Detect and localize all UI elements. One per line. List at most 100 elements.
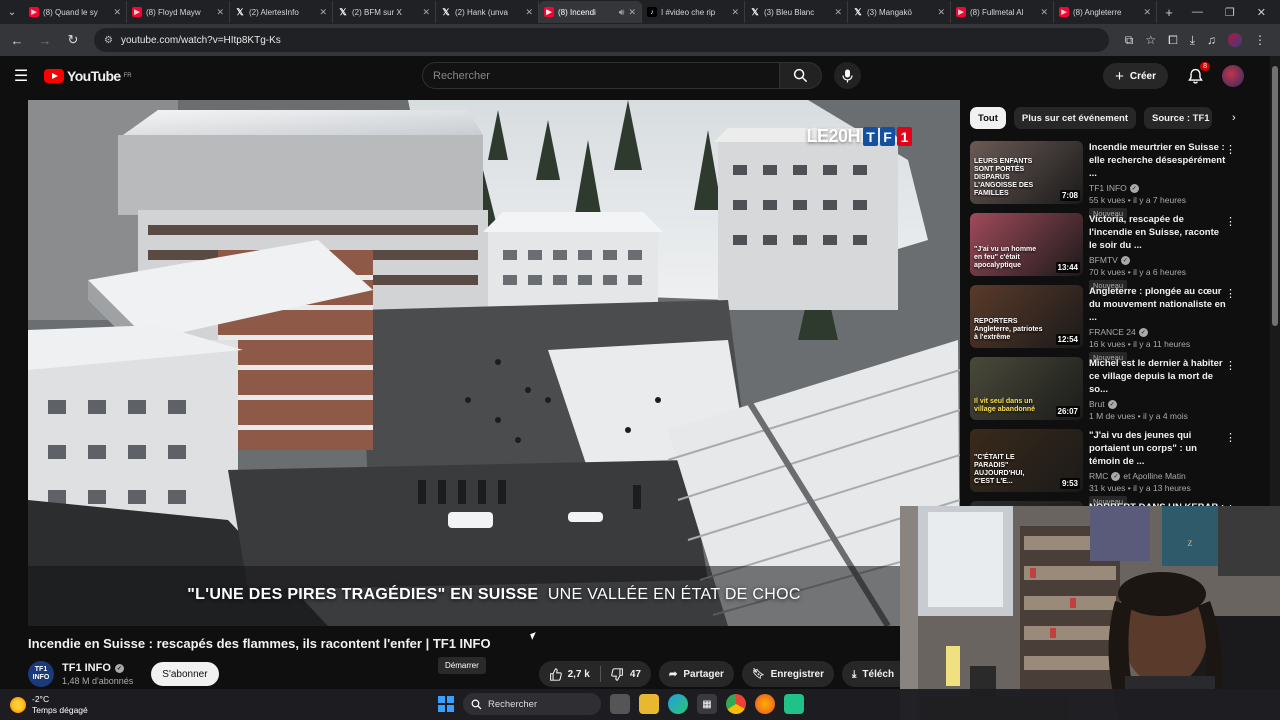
- close-tab-icon[interactable]: ✕: [525, 7, 533, 18]
- profile-avatar[interactable]: [1228, 33, 1242, 47]
- more-options-icon[interactable]: ⋮: [1225, 215, 1236, 228]
- recommendation-channel[interactable]: FRANCE 24: [1089, 327, 1136, 337]
- url-field[interactable]: ⚙ youtube.com/watch?v=HItp8KTg-Ks: [94, 28, 1109, 52]
- chevron-right-icon[interactable]: ›: [1232, 112, 1236, 124]
- recommendation-title[interactable]: Michel est le dernier à habiter ce villa…: [1089, 357, 1227, 396]
- close-tab-icon[interactable]: ✕: [216, 7, 224, 18]
- youtube-logo[interactable]: YouTube FR: [44, 68, 132, 84]
- recommendation-item[interactable]: "J'ai vu un homme en feu" c'était apocal…: [970, 213, 1256, 291]
- close-tab-icon[interactable]: ✕: [731, 7, 739, 18]
- reload-icon[interactable]: ↻: [62, 29, 84, 51]
- video-thumbnail[interactable]: "J'ai vu un homme en feu" c'était apocal…: [970, 213, 1083, 276]
- minimize-icon[interactable]: —: [1192, 6, 1203, 19]
- site-info-icon[interactable]: ⚙: [104, 35, 113, 46]
- scrollbar-thumb[interactable]: [1272, 66, 1278, 326]
- channel-name[interactable]: TF1 INFO: [62, 662, 111, 674]
- browser-tab[interactable]: ♪ I #video che rip ✕: [642, 1, 745, 23]
- menu-icon[interactable]: ☰: [0, 66, 42, 86]
- windows-start-icon[interactable]: [438, 696, 454, 712]
- chip-all[interactable]: Tout: [970, 107, 1006, 129]
- recommendation-item[interactable]: "C'ÉTAIT LE PARADIS" AUJOURD'HUI, C'EST …: [970, 429, 1256, 507]
- browser-tab[interactable]: 𝕏 (3) Mangakö ✕: [848, 1, 951, 23]
- new-tab-icon[interactable]: +: [1157, 5, 1181, 20]
- browser-tab[interactable]: 𝕏 (3) Bleu Blanc ✕: [745, 1, 848, 23]
- weather-widget[interactable]: -2°C Temps dégagé: [10, 694, 88, 716]
- open-in-app-icon[interactable]: ⧉: [1125, 33, 1134, 48]
- task-view-icon[interactable]: [610, 694, 630, 714]
- download-button[interactable]: ⤓ Téléch: [842, 661, 900, 687]
- video-thumbnail[interactable]: Il vit seul dans un village abandonné 26:…: [970, 357, 1083, 420]
- browser-tab[interactable]: 𝕏 (2) AlertesInfo ✕: [230, 1, 333, 23]
- recommendation-item[interactable]: Il vit seul dans un village abandonné 26:…: [970, 357, 1256, 421]
- video-thumbnail[interactable]: LEURS ENFANTS SONT PORTÉS DISPARUS L'ANG…: [970, 141, 1083, 204]
- forward-arrow-icon[interactable]: →: [34, 29, 56, 51]
- store-icon[interactable]: ▦: [697, 694, 717, 714]
- media-control-icon[interactable]: ♫: [1207, 33, 1216, 47]
- recommendation-channel[interactable]: BFMTV: [1089, 255, 1118, 265]
- close-tab-icon[interactable]: ✕: [113, 7, 121, 18]
- firefox-icon[interactable]: [755, 694, 775, 714]
- edge-icon[interactable]: [668, 694, 688, 714]
- recommendation-stats: 31 k vues • il y a 13 heures: [1089, 483, 1191, 493]
- browser-tab[interactable]: ▶ (8) Incendi 🔊︎ ✕: [539, 1, 642, 23]
- recommendation-title[interactable]: Angleterre : plongée au cœur du mouvemen…: [1089, 285, 1227, 324]
- recommendation-title[interactable]: Victoria, rescapée de l'incendie en Suis…: [1089, 213, 1227, 252]
- browser-tab[interactable]: ▶ (8) Fullmetal Al ✕: [951, 1, 1054, 23]
- notifications-button[interactable]: 8: [1184, 62, 1210, 87]
- more-options-icon[interactable]: ⋮: [1225, 359, 1236, 372]
- channel-avatar[interactable]: TF1 INFO: [28, 661, 54, 687]
- video-thumbnail[interactable]: REPORTERS Angleterre, patriotes à l'extr…: [970, 285, 1083, 348]
- close-tab-icon[interactable]: ✕: [1040, 7, 1048, 18]
- chip-more-event[interactable]: Plus sur cet événement: [1013, 107, 1137, 129]
- taskbar-search[interactable]: Rechercher: [463, 693, 601, 715]
- browser-menu-icon[interactable]: ⋮: [1254, 33, 1266, 47]
- close-tab-icon[interactable]: ✕: [422, 7, 430, 18]
- dislike-button[interactable]: 47: [601, 661, 651, 687]
- browser-tab[interactable]: ▶ (8) Quand le sy ✕: [24, 1, 127, 23]
- more-options-icon[interactable]: ⋮: [1225, 287, 1236, 300]
- channel-name-row[interactable]: TF1 INFO ✓: [62, 662, 133, 674]
- browser-tab[interactable]: ▶ (8) Angleterre ✕: [1054, 1, 1157, 23]
- recommendation-channel[interactable]: TF1 INFO: [1089, 183, 1127, 193]
- recommendation-channel[interactable]: Brut: [1089, 399, 1105, 409]
- chip-source[interactable]: Source : TF1 IN: [1144, 107, 1213, 129]
- account-avatar[interactable]: [1222, 65, 1244, 87]
- browser-tab[interactable]: ▶ (8) Floyd Mayw ✕: [127, 1, 230, 23]
- more-options-icon[interactable]: ⋮: [1225, 431, 1236, 444]
- recommendation-item[interactable]: LEURS ENFANTS SONT PORTÉS DISPARUS L'ANG…: [970, 141, 1256, 219]
- close-tab-icon[interactable]: ✕: [937, 7, 945, 18]
- like-button[interactable]: 2,7 k: [539, 661, 600, 687]
- search-button[interactable]: [780, 62, 822, 89]
- close-tab-icon[interactable]: ✕: [628, 7, 636, 18]
- video-player[interactable]: LE20H T F 1 "L'UNE DES PIRES TRAGÉDIES" …: [28, 100, 960, 626]
- chrome-icon[interactable]: [726, 694, 746, 714]
- share-button[interactable]: ➦ Partager: [658, 661, 734, 687]
- browser-tab[interactable]: 𝕏 (2) Hank (unva ✕: [436, 1, 539, 23]
- app-icon[interactable]: [784, 694, 804, 714]
- bookmark-star-icon[interactable]: ☆: [1145, 33, 1156, 47]
- tab-title: (8) Angleterre: [1073, 7, 1122, 17]
- close-tab-icon[interactable]: ✕: [1143, 7, 1151, 18]
- download-icon[interactable]: ⤓: [1190, 33, 1195, 48]
- create-button[interactable]: + Créer: [1103, 63, 1168, 89]
- close-tab-icon[interactable]: ✕: [834, 7, 842, 18]
- file-explorer-icon[interactable]: [639, 694, 659, 714]
- browser-tab[interactable]: 𝕏 (2) BFM sur X ✕: [333, 1, 436, 23]
- recommendation-channel[interactable]: RMC: [1089, 471, 1108, 481]
- audio-playing-icon[interactable]: 🔊︎: [619, 7, 625, 18]
- close-window-icon[interactable]: ✕: [1257, 6, 1266, 19]
- subscribe-button[interactable]: S'abonner: [151, 662, 219, 686]
- close-tab-icon[interactable]: ✕: [319, 7, 327, 18]
- restore-icon[interactable]: ❐: [1225, 6, 1235, 19]
- tab-search-icon[interactable]: ⌄: [0, 0, 24, 24]
- video-thumbnail[interactable]: "C'ÉTAIT LE PARADIS" AUJOURD'HUI, C'EST …: [970, 429, 1083, 492]
- recommendation-title[interactable]: "J'ai vu des jeunes qui portaient un cor…: [1089, 429, 1227, 468]
- back-arrow-icon[interactable]: ←: [6, 29, 28, 51]
- recommendation-title[interactable]: Incendie meurtrier en Suisse : elle rech…: [1089, 141, 1227, 180]
- voice-search-button[interactable]: [834, 62, 861, 89]
- search-input[interactable]: [422, 62, 780, 89]
- extensions-icon[interactable]: ⧠: [1168, 33, 1178, 48]
- recommendation-item[interactable]: REPORTERS Angleterre, patriotes à l'extr…: [970, 285, 1256, 363]
- more-options-icon[interactable]: ⋮: [1225, 143, 1236, 156]
- save-button[interactable]: 🔖︎ Enregistrer: [741, 661, 834, 687]
